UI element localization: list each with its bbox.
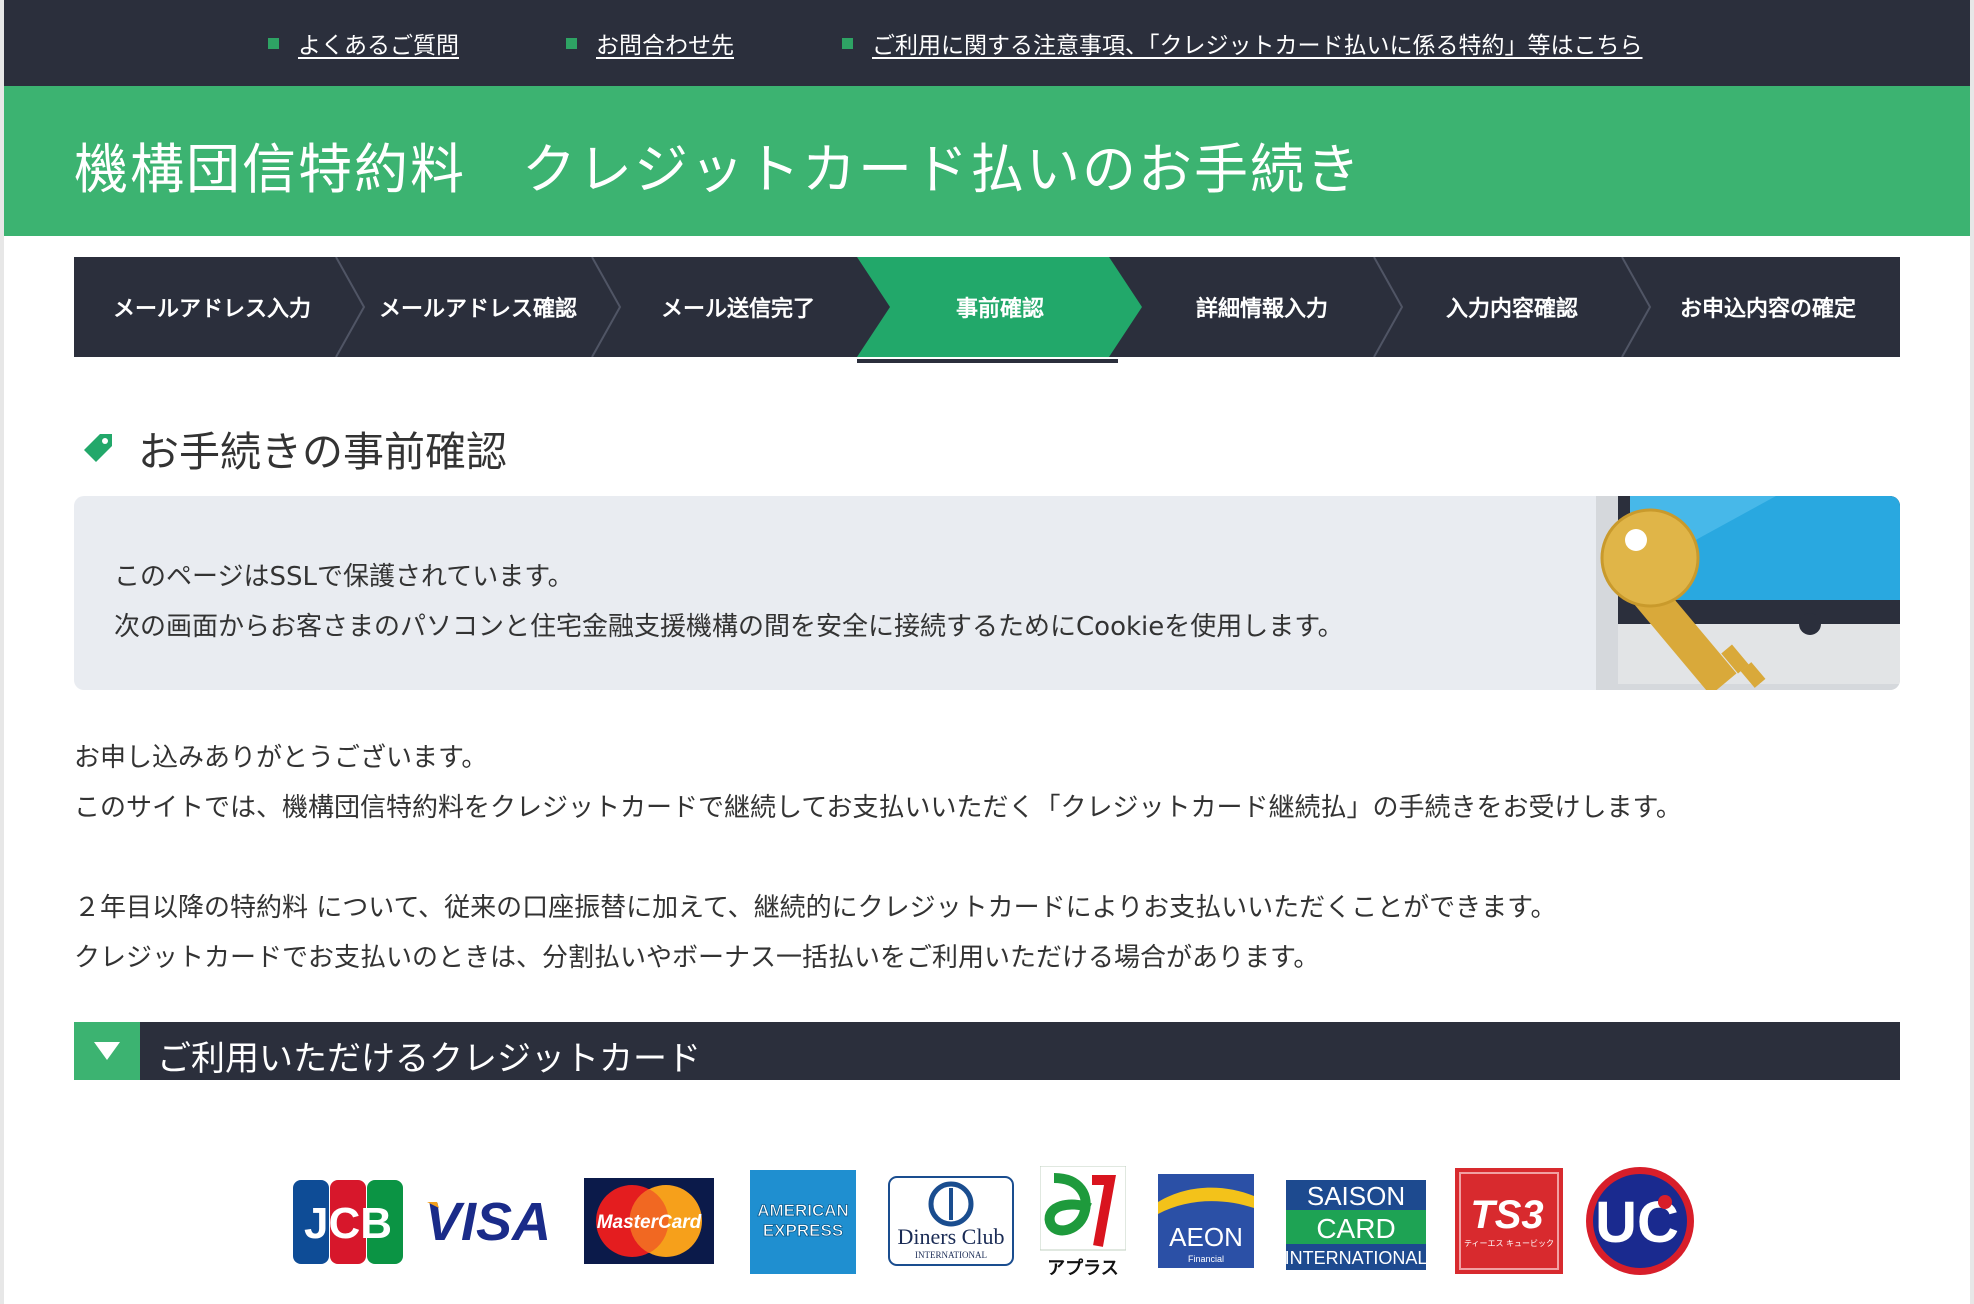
uc-logo: UC — [1585, 1166, 1695, 1276]
diners-text: Diners Club — [898, 1224, 1005, 1249]
intro-line: このサイトでは、機構団信特約料をクレジットカードで継続してお支払いいただく「クレ… — [74, 793, 1682, 823]
aeon-text: Financial — [1188, 1254, 1224, 1264]
top-utility-bar: よくあるご質問 お問合わせ先 ご利用に関する注意事項、「クレジットカード払いに係… — [4, 0, 1970, 86]
diners-club-logo: Diners Club INTERNATIONAL — [888, 1176, 1014, 1266]
intro-line: クレジットカードでお支払いのときは、分割払いやボーナス一括払いをご利用いただける… — [74, 943, 1320, 973]
expand-triangle-box — [74, 1022, 140, 1080]
aeon-text: AEON — [1169, 1222, 1243, 1252]
saison-text: CARD — [1316, 1213, 1395, 1244]
ssl-notice-box: このページはSSLで保護されています。 次の画面からお客さまのパソコンと住宅金融… — [74, 496, 1900, 690]
saison-text: SAISON — [1307, 1181, 1405, 1211]
step-separator — [1621, 257, 1652, 357]
step-separator — [1373, 257, 1404, 357]
aplus-logo: アプラス — [1040, 1166, 1126, 1278]
step-separator — [335, 257, 366, 357]
section-title: お手続きの事前確認 — [138, 428, 507, 476]
cookie-notice-line: 次の画面からお客さまのパソコンと住宅金融支援機構の間を安全に接続するためにCoo… — [114, 612, 1344, 642]
tag-icon — [84, 434, 112, 462]
saison-card-logo: SAISON CARD INTERNATIONAL — [1286, 1180, 1426, 1270]
square-bullet-icon — [842, 37, 853, 49]
step-label: メールアドレス確認 — [378, 297, 577, 322]
terms-link[interactable]: ご利用に関する注意事項、「クレジットカード払いに係る特約」等はこちら — [842, 26, 1643, 60]
contact-link[interactable]: お問合わせ先 — [566, 26, 734, 60]
faq-link-label: よくあるご質問 — [298, 33, 459, 59]
visa-text: VISA — [425, 1192, 551, 1252]
ts3-text: TS3 — [1470, 1193, 1543, 1237]
ssl-notice-line: このページはSSLで保護されています。 — [114, 562, 574, 592]
amex-text: AMERICAN — [757, 1201, 849, 1220]
step-label: 詳細情報入力 — [1195, 297, 1328, 322]
ts3-logo: TS3 ティーエス キュービック — [1455, 1168, 1563, 1274]
mastercard-text: MasterCard — [597, 1212, 702, 1233]
triangle-down-icon — [94, 1042, 120, 1060]
step-separator — [591, 257, 622, 357]
step-label: メールアドレス入力 — [112, 297, 311, 322]
amex-text: EXPRESS — [763, 1221, 843, 1240]
step-label: 事前確認 — [955, 297, 1044, 322]
intro-line: ２年目以降の特約料 について、従来の口座振替に加えて、継続的にクレジットカードに… — [74, 893, 1557, 923]
jcb-text: JCB — [304, 1199, 392, 1248]
aplus-text: アプラス — [1047, 1257, 1119, 1278]
step-label: メール送信完了 — [660, 297, 815, 322]
faq-link[interactable]: よくあるご質問 — [268, 26, 459, 60]
terms-link-label: ご利用に関する注意事項、「クレジットカード払いに係る特約」等はこちら — [872, 33, 1643, 59]
aeon-logo: AEON Financial — [1158, 1174, 1254, 1268]
section-heading: お手続きの事前確認 — [80, 420, 507, 476]
key-monitor-illustration — [1596, 496, 1900, 690]
step-label: 入力内容確認 — [1445, 297, 1578, 322]
cards-section-bar: ご利用いただけるクレジットカード — [74, 1022, 1900, 1080]
square-bullet-icon — [566, 37, 577, 49]
mastercard-logo: MasterCard — [584, 1178, 714, 1264]
contact-link-label: お問合わせ先 — [596, 33, 734, 59]
amex-logo: AMERICAN EXPRESS — [750, 1170, 856, 1274]
step-label: お申込内容の確定 — [1679, 297, 1856, 322]
page-title: 機構団信特約料 クレジットカード払いのお手続き — [74, 138, 1362, 201]
intro-line: お申し込みありがとうございます。 — [74, 743, 488, 773]
active-step-underline — [857, 359, 1118, 363]
diners-text: INTERNATIONAL — [915, 1250, 987, 1260]
visa-logo: VISA — [423, 1188, 553, 1254]
cards-section-title: ご利用いただけるクレジットカード — [157, 1039, 701, 1079]
square-bullet-icon — [268, 37, 279, 49]
step-progress-bar: メールアドレス入力 メールアドレス確認 メール送信完了 事前確認 詳細情報入力 … — [74, 257, 1900, 357]
ts3-subtext: ティーエス キュービック — [1464, 1239, 1554, 1248]
title-banner: 機構団信特約料 クレジットカード払いのお手続き — [4, 86, 1970, 236]
saison-text: INTERNATIONAL — [1286, 1248, 1426, 1268]
jcb-logo: JCB — [293, 1180, 403, 1264]
